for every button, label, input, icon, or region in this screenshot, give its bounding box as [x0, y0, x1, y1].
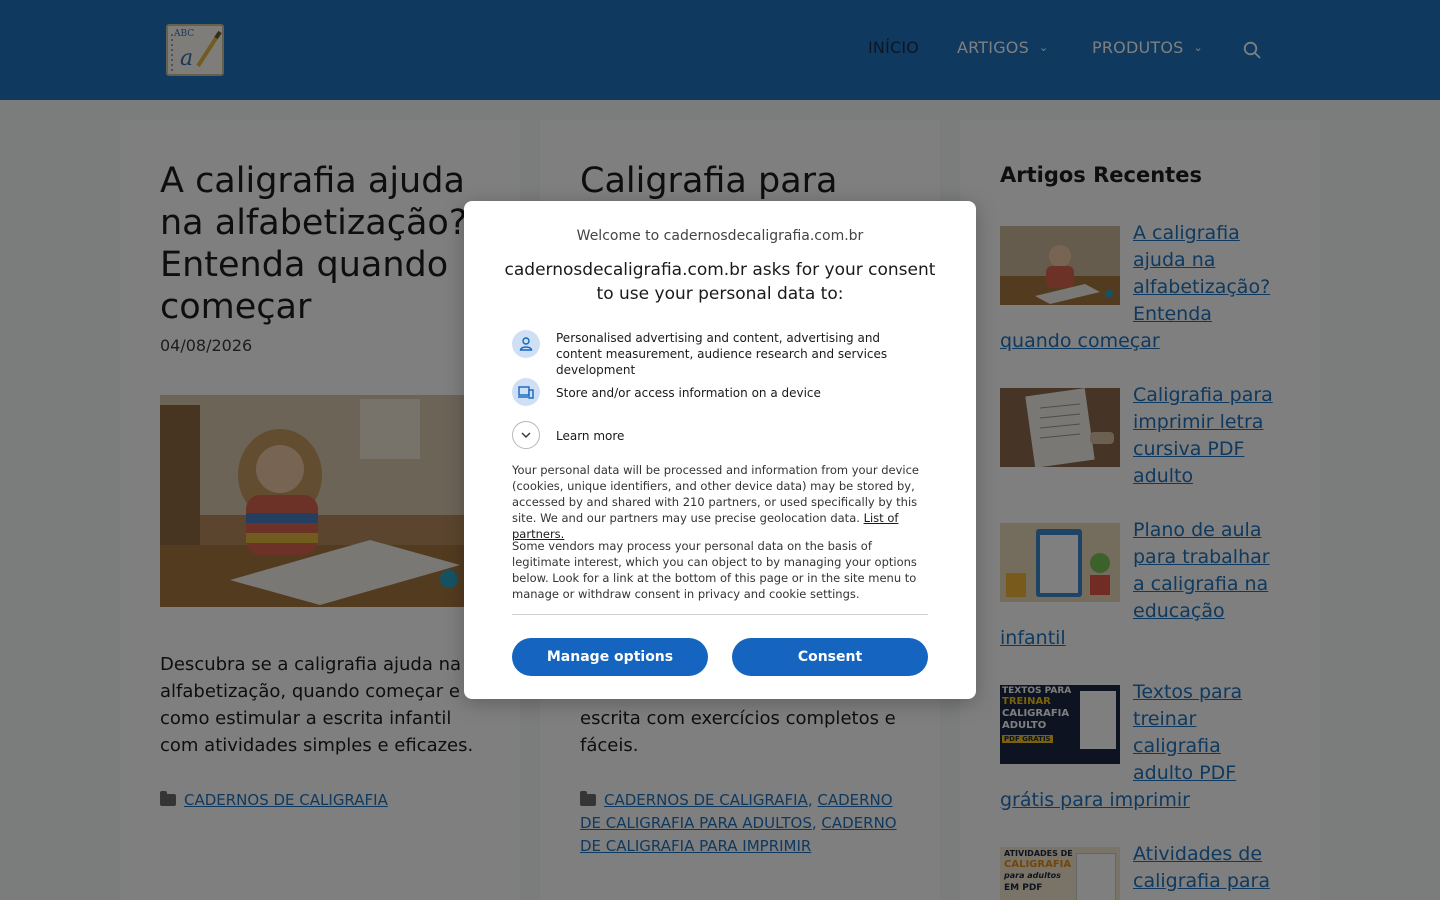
- learn-more-label: Learn more: [556, 429, 625, 443]
- legitimate-interest-text: Some vendors may process your personal d…: [512, 539, 917, 601]
- consent-description: Your personal data will be processed and…: [512, 462, 930, 542]
- consent-text: Your personal data will be processed and…: [512, 463, 920, 525]
- person-icon: [512, 330, 540, 358]
- modal-welcome: Welcome to cadernosdecaligrafia.com.br: [576, 228, 864, 244]
- purpose-item: Personalised advertising and content, ad…: [512, 330, 932, 377]
- manage-options-button[interactable]: Manage options: [512, 638, 708, 676]
- chevron-down-icon[interactable]: [512, 421, 540, 449]
- consent-dialog: Welcome to cadernosdecaligrafia.com.br c…: [464, 201, 976, 699]
- purpose-text: Personalised advertising and content, ad…: [556, 331, 888, 377]
- purpose-item: Store and/or access information on a dev…: [512, 378, 932, 406]
- learn-more-toggle[interactable]: Learn more: [512, 421, 932, 449]
- device-icon: [512, 378, 540, 406]
- divider: [512, 614, 928, 615]
- modal-heading: cadernosdecaligrafia.com.br asks for you…: [504, 260, 936, 304]
- consent-button[interactable]: Consent: [732, 638, 928, 676]
- purpose-text: Store and/or access information on a dev…: [556, 386, 821, 400]
